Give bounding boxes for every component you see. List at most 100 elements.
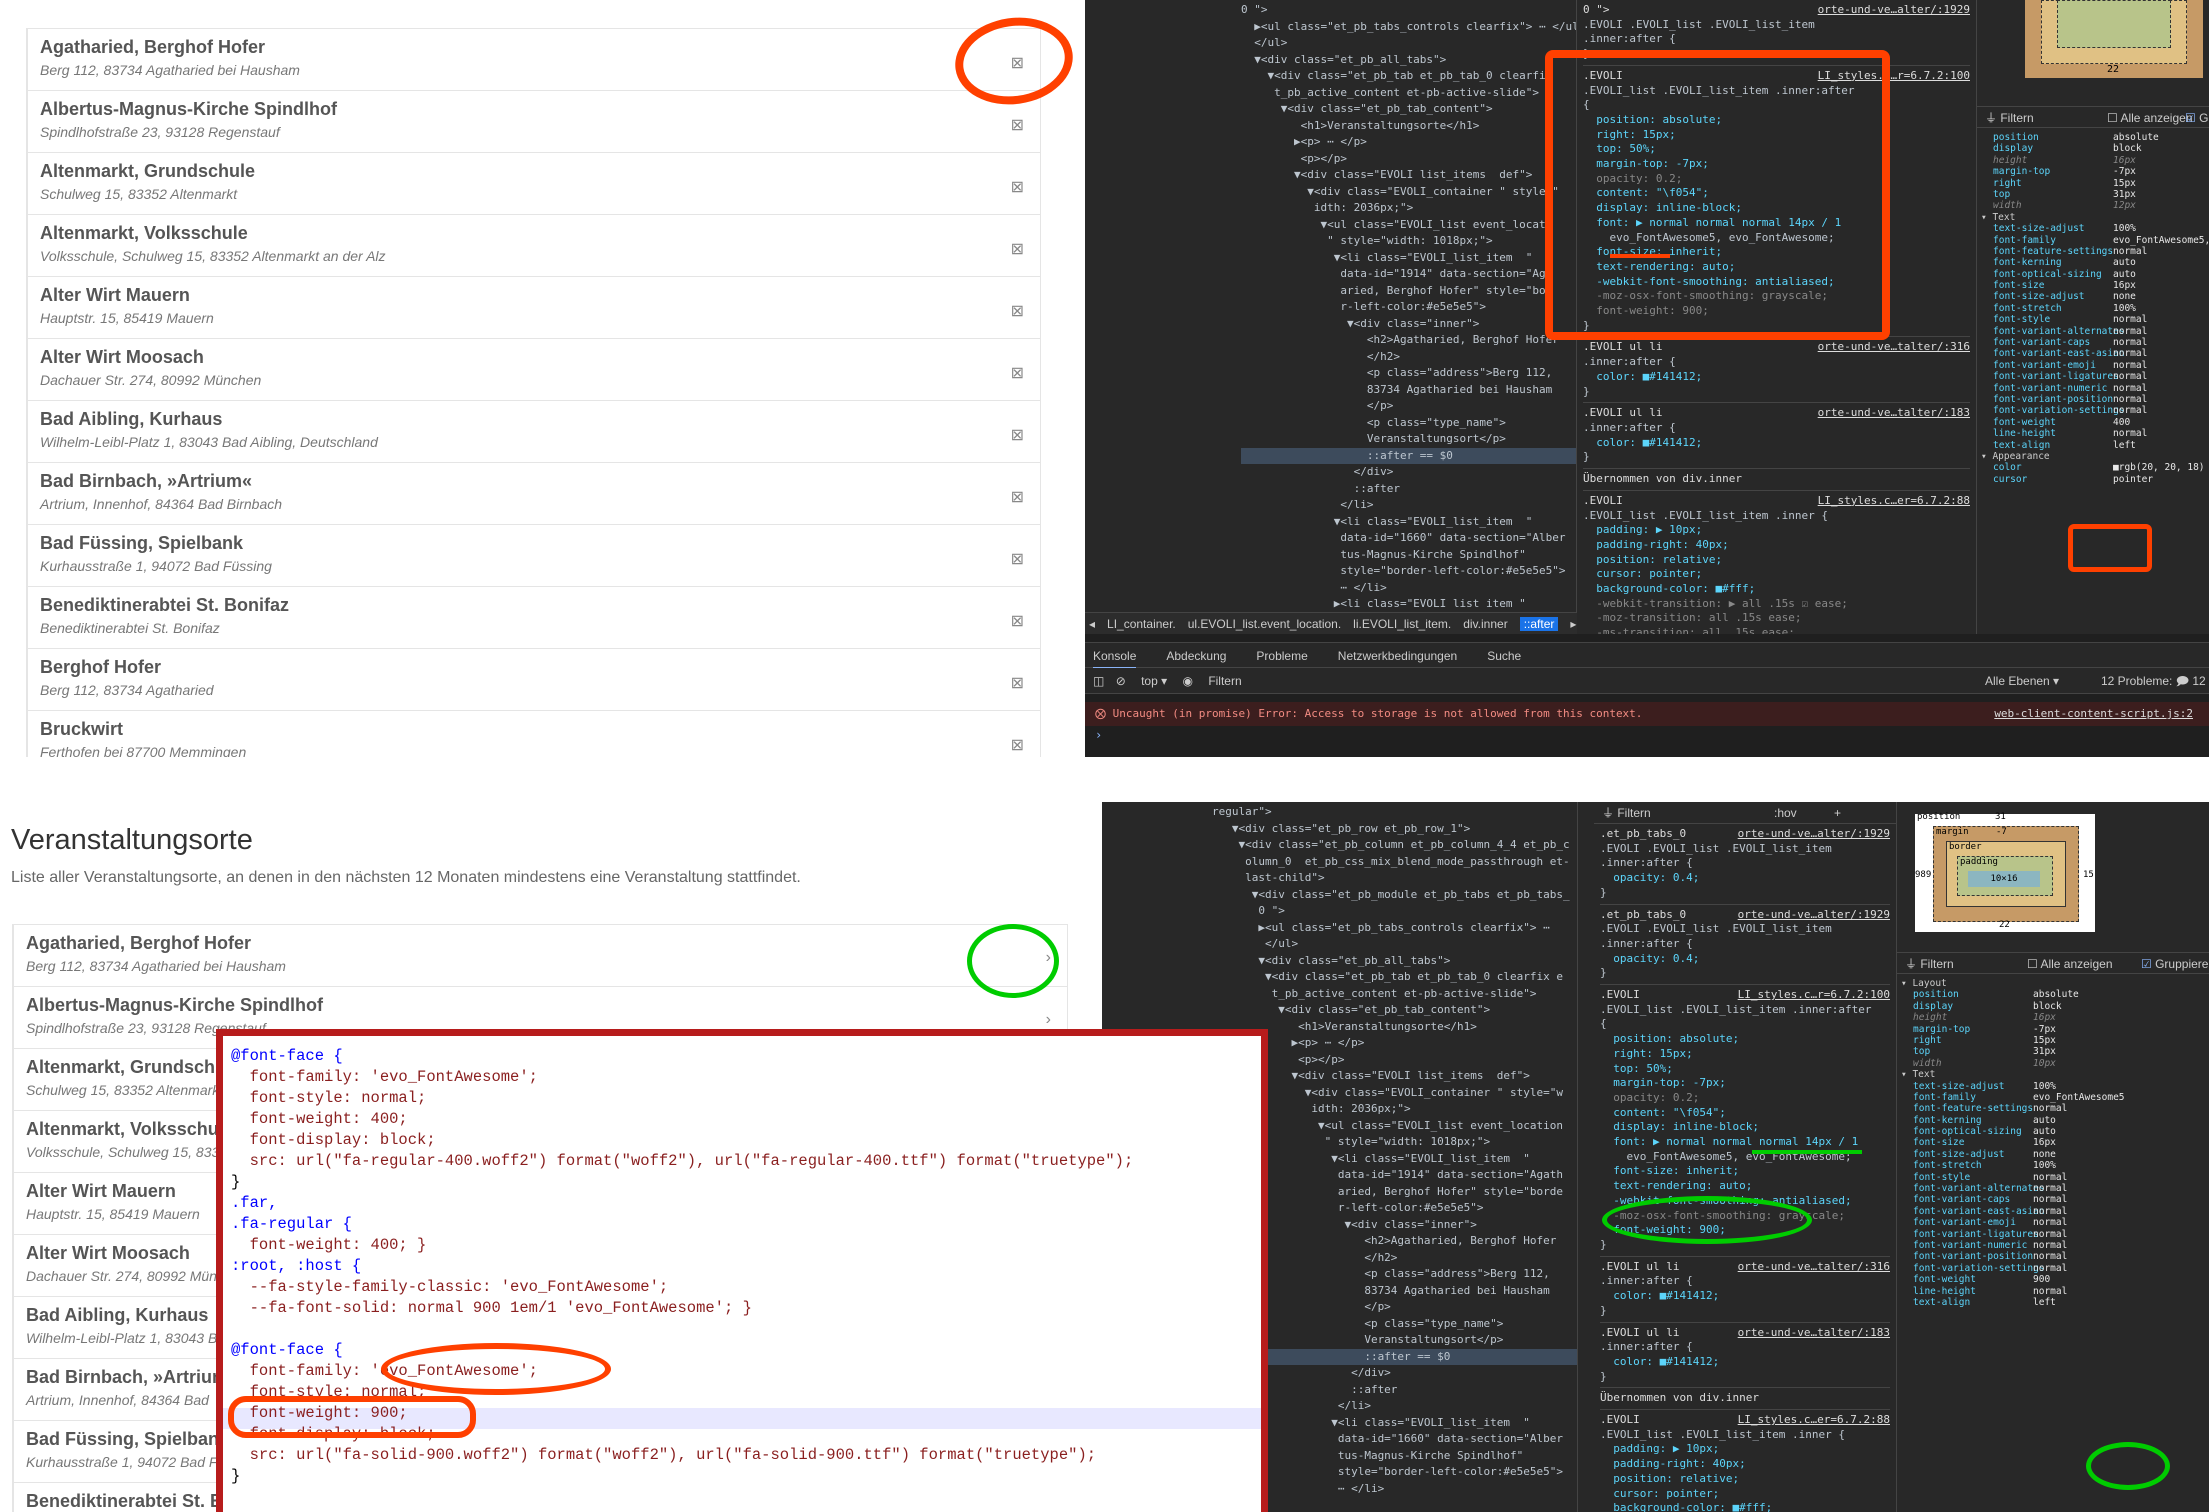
breadcrumb-item[interactable]: div.inner	[1463, 617, 1507, 631]
dom-tree-line[interactable]: ▼<div class="inner">	[1241, 316, 1576, 333]
rule-declaration[interactable]: top: 50%;	[1600, 1062, 1890, 1077]
computed-property[interactable]: font-size-adjust none	[1901, 1149, 2209, 1160]
rule-declaration[interactable]: }	[1600, 1238, 1890, 1253]
rule-declaration[interactable]: .inner:after {	[1583, 355, 1970, 370]
location-list-item[interactable]: Bad Birnbach, »Artrium« Artrium, Innenhof…	[27, 463, 1040, 525]
rule-declaration[interactable]: {	[1600, 1017, 1890, 1032]
rule-declaration[interactable]: cursor: pointer;	[1600, 1487, 1890, 1502]
computed-property[interactable]: top 31px	[1901, 1046, 2209, 1057]
computed-property[interactable]: font-weight 900	[1901, 1274, 2209, 1285]
dom-tree-line[interactable]: last-child">	[1212, 870, 1577, 887]
computed-property[interactable]: font-variation-settings normal	[1981, 405, 2209, 416]
rule-declaration[interactable]: text-rendering: auto;	[1600, 1179, 1890, 1194]
computed-property[interactable]: line-height normal	[1901, 1286, 2209, 1297]
dom-tree-line[interactable]: ▶<ul class="et_pb_tabs_controls clearfix…	[1241, 19, 1576, 36]
computed-property[interactable]: font-optical-sizing auto	[1981, 269, 2209, 280]
computed-property[interactable]: text-size-adjust 100%	[1901, 1081, 2209, 1092]
computed-property[interactable]: font-variant-east-asian normal	[1981, 348, 2209, 359]
dom-tree-line[interactable]: <p></p>	[1241, 151, 1576, 168]
rule-source-link[interactable]: LI_styles.c…er=6.7.2:88	[1738, 1413, 1890, 1428]
rule-declaration[interactable]: padding-right: 40px;	[1600, 1457, 1890, 1472]
dom-tree-line[interactable]: <h1>Veranstaltungsorte</h1>	[1241, 118, 1576, 135]
rule-declaration[interactable]: -ms-transition: all .15s ease;	[1583, 626, 1970, 634]
dom-tree-line[interactable]: ▶<li class="EVOLI list item "	[1241, 596, 1576, 612]
breadcrumb-item[interactable]: LI_container.	[1107, 617, 1176, 631]
computed-section-header[interactable]: ▾ Appearance	[1981, 451, 2209, 462]
location-list-item[interactable]: Altenmarkt, Volksschule Volksschule, Schu…	[27, 215, 1040, 277]
rule-declaration[interactable]: color: ■#141412;	[1583, 436, 1970, 451]
rule-declaration[interactable]: .EVOLI_list .EVOLI_list_item .inner {	[1583, 509, 1970, 524]
rule-declaration[interactable]: padding: ▶ 10px;	[1583, 523, 1970, 538]
computed-property[interactable]: text-size-adjust 100%	[1981, 223, 2209, 234]
add-rule-icon[interactable]: +	[1834, 802, 1841, 824]
computed-property[interactable]: font-variant-ligatures normal	[1981, 371, 2209, 382]
computed-property[interactable]: height 16px	[1981, 155, 2209, 166]
computed-property[interactable]: font-feature-settings normal	[1901, 1103, 2209, 1114]
dom-tree-line[interactable]: <p class="type_name">	[1241, 415, 1576, 432]
sidebar-toggle-icon[interactable]: ◫	[1093, 674, 1104, 688]
rule-declaration[interactable]: .inner:after {	[1583, 32, 1970, 47]
location-list-item[interactable]: Benediktinerabtei St. Bonifaz Benediktine…	[27, 587, 1040, 649]
top-show-all-checkbox[interactable]: ☐ Alle anzeigen	[2107, 107, 2193, 129]
computed-property[interactable]: font-family evo_FontAwesome5, e	[1981, 235, 2209, 246]
computed-property[interactable]: color ■rgb(20, 20, 18)	[1981, 462, 2209, 473]
location-list-item[interactable]: Alter Wirt Moosach Dachauer Str. 274, 809…	[27, 339, 1040, 401]
rule-declaration[interactable]: -webkit-transition: ▶ all .15s ☑ ease;	[1583, 597, 1970, 612]
dom-tree-line[interactable]: olumn_0 et_pb_css_mix_blend_mode_passthr…	[1212, 854, 1577, 871]
rule-declaration[interactable]: font-weight: 900;	[1600, 1223, 1890, 1238]
clear-console-icon[interactable]: ⊘	[1116, 674, 1126, 688]
rule-declaration[interactable]: .inner:after {	[1600, 1274, 1890, 1289]
location-list-item[interactable]: Bad Aibling, Kurhaus Wilhelm-Leibl-Platz …	[27, 401, 1040, 463]
rule-source-link[interactable]: orte-und-ve…talter/:316	[1738, 1260, 1890, 1275]
rule-declaration[interactable]: .inner:after {	[1600, 856, 1890, 871]
computed-property[interactable]: font-stretch 100%	[1901, 1160, 2209, 1171]
rule-declaration[interactable]: -moz-transition: all .15s ease;	[1583, 611, 1970, 626]
dom-tree-line[interactable]: ▼<div class="et_pb_tab et_pb_tab_0 clear…	[1212, 969, 1577, 986]
rule-declaration[interactable]: .EVOLI .EVOLI_list .EVOLI_list_item	[1600, 922, 1890, 937]
computed-property[interactable]: height 16px	[1901, 1012, 2209, 1023]
rule-declaration[interactable]: .EVOLI .EVOLI_list .EVOLI_list_item	[1600, 842, 1890, 857]
computed-property[interactable]: width 10px	[1901, 1058, 2209, 1069]
dom-tree-line[interactable]: data-id="1914" data-section="Aga	[1241, 266, 1576, 283]
console-prompt[interactable]: ›	[1095, 728, 1102, 742]
rule-declaration[interactable]: font-size: inherit;	[1600, 1164, 1890, 1179]
dom-tree-line[interactable]: ▶<ul class="et_pb_tabs_controls clearfix…	[1212, 920, 1577, 937]
bottom-group-checkbox[interactable]: ☑ Gruppieren	[2141, 953, 2209, 975]
computed-property[interactable]: font-kerning auto	[1981, 257, 2209, 268]
rule-declaration[interactable]: .EVOLI_list .EVOLI_list_item .inner {	[1600, 1428, 1890, 1443]
computed-property[interactable]: display block	[1901, 1001, 2209, 1012]
dom-tree-line[interactable]: 83734 Agatharied bei Hausham	[1241, 382, 1576, 399]
rule-declaration[interactable]: color: ■#141412;	[1600, 1289, 1890, 1304]
computed-property[interactable]: font-variant-position normal	[1901, 1251, 2209, 1262]
rule-declaration[interactable]: }	[1600, 886, 1890, 901]
rule-source-link[interactable]: LI_styles.c…er=6.7.2:88	[1818, 494, 1970, 509]
dom-tree-line[interactable]: ::after == $0	[1241, 447, 1576, 464]
computed-property[interactable]: font-variation-settings normal	[1901, 1263, 2209, 1274]
context-select[interactable]: top ▾	[1141, 674, 1167, 688]
dom-tree-line[interactable]: <h2>Agatharied, Berghof Hofer	[1241, 332, 1576, 349]
location-list-item[interactable]: Agatharied, Berghof Hofer Berg 112, 83734…	[27, 29, 1040, 91]
rule-declaration[interactable]: right: 15px;	[1600, 1047, 1890, 1062]
computed-section-header[interactable]: ▾ Layout	[1901, 978, 2209, 989]
rule-source-link[interactable]: orte-und-ve…alter/:1929	[1738, 827, 1890, 842]
computed-property[interactable]: font-variant-east-asian normal	[1901, 1206, 2209, 1217]
rule-declaration[interactable]: content: "\f054";	[1600, 1106, 1890, 1121]
rule-declaration[interactable]: }	[1583, 385, 1970, 400]
dom-tree-line[interactable]: ▼<div class="et_pb_column et_pb_column_4…	[1212, 837, 1577, 854]
computed-property[interactable]: font-variant-position normal	[1981, 394, 2209, 405]
dom-tree-line[interactable]: style="border-left-color:#e5e5e5">	[1241, 563, 1576, 580]
rule-declaration[interactable]: padding: ▶ 10px;	[1600, 1442, 1890, 1457]
dom-tree-line[interactable]: ▼<li class="EVOLI_list_item "	[1241, 514, 1576, 531]
problems-badge[interactable]: 12 Probleme: 🗩 12	[2101, 668, 2206, 694]
computed-property[interactable]: text-align left	[1901, 1297, 2209, 1308]
levels-select[interactable]: Alle Ebenen ▾	[1985, 668, 2059, 694]
dom-tree-line[interactable]: ▼<div class="et_pb_tab_content">	[1241, 101, 1576, 118]
dom-tree-line[interactable]: ▼<div class="EVOLI list_items def">	[1241, 167, 1576, 184]
location-list-item[interactable]: Bruckwirt Ferthofen bei 87700 Memmingen ⊠	[27, 711, 1040, 757]
console-tab[interactable]: Konsole	[1093, 649, 1137, 669]
computed-property[interactable]: font-variant-ligatures normal	[1901, 1229, 2209, 1240]
dom-tree-line[interactable]: ▼<div class="et_pb_tab et_pb_tab_0 clear…	[1241, 68, 1576, 85]
computed-property[interactable]: font-family evo_FontAwesome5	[1901, 1092, 2209, 1103]
breadcrumb-item[interactable]: ▸	[1570, 617, 1576, 631]
computed-property[interactable]: width 12px	[1981, 200, 2209, 211]
